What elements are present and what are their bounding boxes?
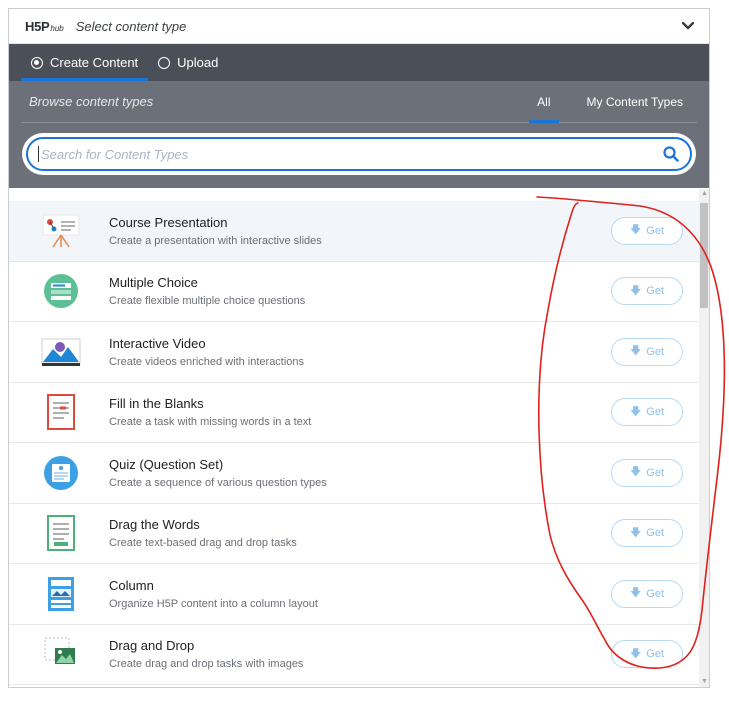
list-item-text: Fill in the Blanks Create a task with mi… [109,396,611,428]
arrow-down-icon: 🡇 [629,587,642,600]
scroll-thumb[interactable] [700,203,708,308]
mode-create-content[interactable]: Create Content [21,44,149,81]
radio-upload[interactable] [158,56,171,69]
get-button[interactable]: 🡇 Get [611,277,683,306]
get-button[interactable]: 🡇 Get [611,398,683,427]
search-input[interactable] [38,146,662,162]
list-item-text: Interactive Video Create videos enriched… [109,336,611,368]
arrow-down-icon: 🡇 [629,224,642,237]
mode-upload-label: Upload [177,55,219,70]
radio-create-content[interactable] [31,56,43,69]
hub-header[interactable]: H5P hub Select content type [9,9,709,44]
content-type-list-area: Course Presentation Create a presentatio… [9,189,709,687]
browse-top-bar: Browse content types All My Content Type… [21,81,697,123]
multiple-choice-icon [39,269,83,313]
get-button-label: Get [646,587,665,600]
arrow-down-icon: 🡇 [629,466,642,479]
logo-main: H5P [25,18,50,34]
get-button-label: Get [646,345,665,358]
search-box [22,133,696,175]
mode-bar: Create Content Upload [9,44,709,81]
get-button[interactable]: 🡇 Get [611,216,683,245]
drag-the-words-icon [39,511,83,555]
list-item-description: Create a task with missing words in a te… [109,416,312,429]
list-item[interactable]: Fill in the Blanks Create a task with mi… [9,383,699,443]
arrow-down-icon: 🡇 [629,647,642,660]
list-item[interactable]: Drag the Words Create text-based drag an… [9,504,699,564]
list-item-text: Drag the Words Create text-based drag an… [109,517,611,549]
mode-upload[interactable]: Upload [148,44,228,81]
list-item-text: Course Presentation Create a presentatio… [109,215,611,247]
column-icon [39,572,83,616]
browse-panel: Browse content types All My Content Type… [9,81,709,188]
get-button-label: Get [646,285,665,298]
list-item-description: Create flexible multiple choice question… [109,295,306,308]
list-item[interactable]: Column Organize H5P content into a colum… [9,564,699,625]
arrow-down-icon: 🡇 [629,345,642,358]
get-button-label: Get [646,648,665,661]
list-item-title: Interactive Video [109,335,206,351]
get-button-label: Get [646,466,665,479]
fill-in-the-blanks-icon [39,390,83,434]
scroll-up-icon[interactable]: ▲ [701,190,708,197]
list-scrollbar[interactable]: ▲ ▼ [699,189,709,687]
list-item-title: Course Presentation [109,214,228,230]
list-item[interactable]: Quiz (Question Set) Create a sequence of… [9,443,699,504]
get-button-label: Get [646,224,665,237]
tab-all[interactable]: All [528,81,560,123]
list-item[interactable]: Multiple Choice Create flexible multiple… [9,262,699,322]
get-button-label: Get [646,406,665,419]
search-icon[interactable] [662,145,680,163]
list-item-description: Create a presentation with interactive s… [109,234,322,247]
list-item-title: Multiple Choice [109,275,198,291]
course-presentation-icon [39,209,83,253]
list-item-description: Create videos enriched with interactions [109,355,305,368]
chevron-down-icon[interactable] [681,19,695,33]
get-button-label: Get [646,527,665,540]
list-item-text: Quiz (Question Set) Create a sequence of… [109,457,611,489]
select-content-type-title: Select content type [75,18,187,34]
content-type-list: Course Presentation Create a presentatio… [9,189,699,687]
h5p-hub-logo: H5P hub [25,19,64,34]
list-item-title: Quiz (Question Set) [109,456,224,472]
list-item-title: Drag and Drop [109,638,195,654]
list-item-description: Create a sequence of various question ty… [109,476,327,489]
browse-title: Browse content types [29,94,154,109]
list-item[interactable]: Course Presentation Create a presentatio… [9,201,699,262]
get-button[interactable]: 🡇 Get [611,640,683,669]
list-item-description: Organize H5P content into a column layou… [109,597,318,610]
search-field[interactable] [26,137,692,171]
list-item-text: Drag and Drop Create drag and drop tasks… [109,638,611,670]
list-item-title: Column [109,577,154,593]
h5p-hub: H5P hub Select content type Create Conte… [8,8,710,688]
drag-and-drop-icon [39,632,83,676]
arrow-down-icon: 🡇 [629,405,642,418]
list-item-text: Column Organize H5P content into a colum… [109,578,611,610]
list-item[interactable]: Drag and Drop Create drag and drop tasks… [9,625,699,685]
scroll-down-icon[interactable]: ▼ [701,678,708,685]
arrow-down-icon: 🡇 [629,526,642,539]
get-button[interactable]: 🡇 Get [611,519,683,548]
logo-sub: hub [50,23,64,33]
interactive-video-icon [39,330,83,374]
tab-my-content-types[interactable]: My Content Types [587,81,684,123]
list-item-description: Create text-based drag and drop tasks [109,537,297,550]
get-button[interactable]: 🡇 Get [611,337,683,366]
mode-create-content-label: Create Content [50,55,139,70]
list-item-title: Drag the Words [109,517,200,533]
list-item[interactable]: Interactive Video Create videos enriched… [9,322,699,383]
arrow-down-icon: 🡇 [629,284,642,297]
list-item-description: Create drag and drop tasks with images [109,658,304,671]
list-item-title: Fill in the Blanks [109,396,204,412]
list-item-text: Multiple Choice Create flexible multiple… [109,275,611,307]
get-button[interactable]: 🡇 Get [611,579,683,608]
quiz-icon [39,451,83,495]
get-button[interactable]: 🡇 Get [611,458,683,487]
